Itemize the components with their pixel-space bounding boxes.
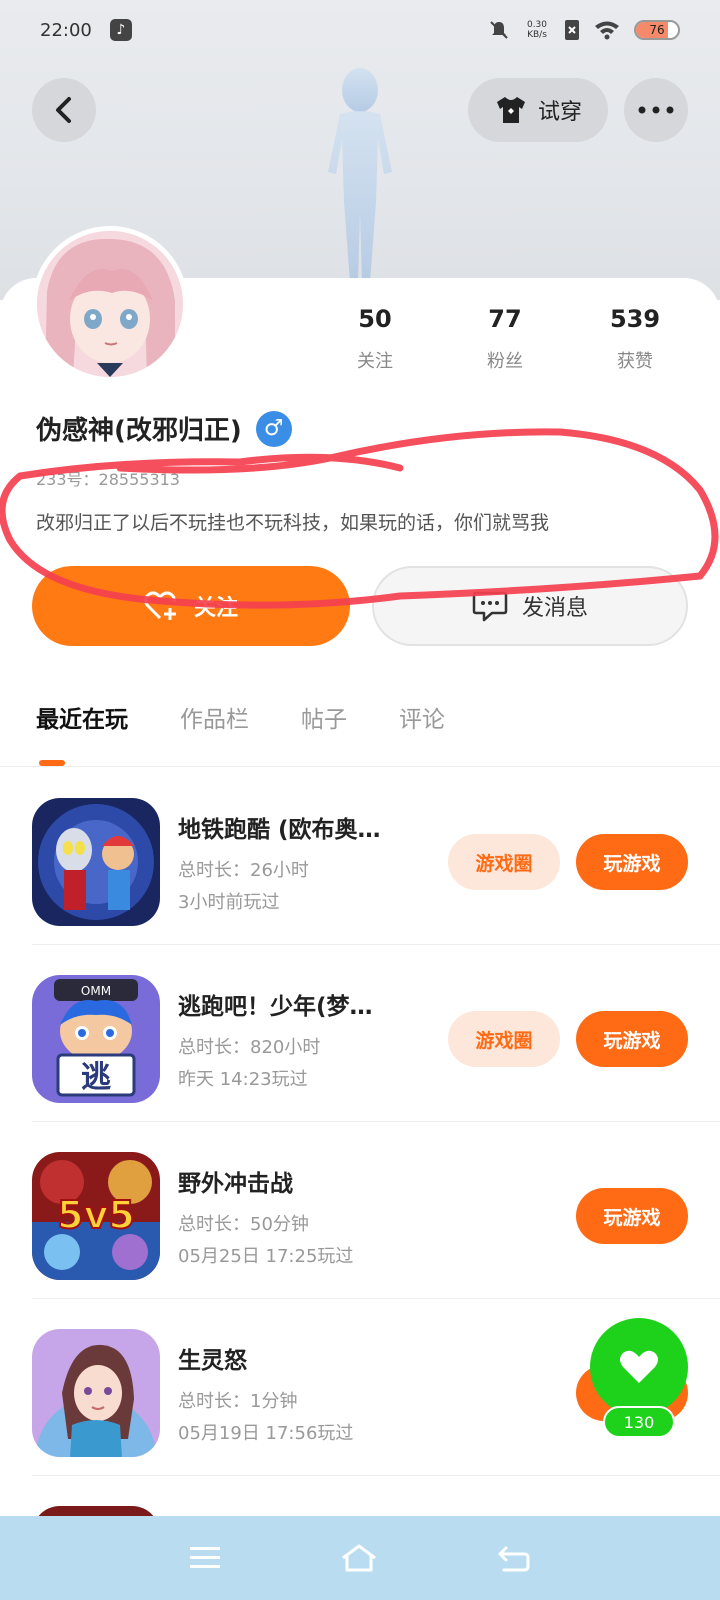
list-item[interactable]: 地铁跑酷 (欧布奥… 总时长：26小时 3小时前玩过 游戏圈 玩游戏 bbox=[0, 768, 720, 945]
svg-text:逃: 逃 bbox=[81, 1060, 111, 1095]
play-game-button[interactable]: 玩游戏 bbox=[576, 1188, 688, 1244]
tabs-divider bbox=[0, 766, 720, 767]
game-last-played: 05月25日 17:25玩过 bbox=[178, 1246, 354, 1267]
game-last-played: 昨天 14:23玩过 bbox=[178, 1069, 308, 1090]
send-message-label: 发消息 bbox=[521, 596, 588, 621]
profile-name: 伪感神(改邪归正) bbox=[36, 416, 242, 446]
game-circle-button[interactable]: 游戏圈 bbox=[448, 834, 560, 890]
anime-girl-avatar-image bbox=[37, 231, 183, 377]
svg-text:5v5: 5v5 bbox=[57, 1193, 135, 1237]
menu-icon[interactable] bbox=[188, 1544, 222, 1572]
game-title: 逃跑吧！少年(梦… bbox=[178, 994, 373, 1020]
game-icon-subway-surfers bbox=[32, 798, 160, 926]
game-duration: 总时长：50分钟 bbox=[178, 1214, 309, 1235]
heart-icon bbox=[620, 1350, 658, 1383]
system-nav-bar bbox=[0, 1516, 720, 1600]
profile-tabs: 最近在玩 作品栏 帖子 评论 bbox=[36, 700, 445, 734]
stat-likes-label: 获赞 bbox=[617, 351, 653, 372]
game-icon-run-boy: OMM 逃 bbox=[32, 975, 160, 1103]
stat-followers-label: 粉丝 bbox=[487, 351, 523, 372]
try-on-button[interactable]: 试穿 bbox=[468, 78, 608, 142]
game-duration: 总时长：1分钟 bbox=[178, 1391, 298, 1412]
play-game-button[interactable]: 玩游戏 bbox=[576, 1011, 688, 1067]
stat-following-value: 50 bbox=[358, 305, 392, 333]
floating-like-count: 130 bbox=[603, 1406, 675, 1438]
back-arrow-icon bbox=[56, 97, 71, 123]
play-game-button[interactable]: 玩游戏 bbox=[576, 834, 688, 890]
game-title: 生灵怒 bbox=[178, 1348, 247, 1374]
home-icon[interactable] bbox=[339, 1542, 379, 1574]
game-circle-button[interactable]: 游戏圈 bbox=[448, 1011, 560, 1067]
profile-name-row: 伪感神(改邪归正) ♂ bbox=[36, 410, 292, 447]
male-gender-icon: ♂ bbox=[255, 410, 292, 447]
more-button[interactable] bbox=[624, 78, 688, 142]
profile-uid[interactable]: 233号：28555313 bbox=[36, 466, 180, 490]
floating-like-button[interactable] bbox=[590, 1318, 688, 1416]
tab-comments[interactable]: 评论 bbox=[399, 700, 445, 734]
stat-followers[interactable]: 77 粉丝 bbox=[440, 305, 570, 373]
try-on-label: 试穿 bbox=[537, 100, 582, 125]
stat-likes-value: 539 bbox=[609, 305, 661, 333]
game-icon-5v5: 5v5 bbox=[32, 1152, 160, 1280]
game-icon-sheng-ling-nu bbox=[32, 1329, 160, 1457]
status-time: 22:00 bbox=[40, 19, 92, 41]
stat-following[interactable]: 50 关注 bbox=[310, 305, 440, 373]
profile-stats: 50 关注 77 粉丝 539 获赞 bbox=[310, 305, 700, 373]
list-item[interactable]: OMM 逃 逃跑吧！少年(梦… 总时长：820小时 昨天 14:23玩过 游戏圈 … bbox=[0, 945, 720, 1122]
battery-indicator: 76 bbox=[634, 20, 680, 40]
game-duration: 总时长：820小时 bbox=[178, 1037, 321, 1058]
heart-plus-icon bbox=[143, 591, 176, 620]
game-title: 野外冲击战 bbox=[178, 1171, 293, 1197]
stat-followers-value: 77 bbox=[488, 305, 522, 333]
tshirt-icon bbox=[496, 97, 525, 123]
chat-bubble-icon bbox=[472, 591, 508, 622]
tab-recently-played[interactable]: 最近在玩 bbox=[36, 700, 128, 734]
game-last-played: 3小时前玩过 bbox=[178, 892, 280, 913]
follow-label: 关注 bbox=[193, 596, 238, 621]
back-button[interactable] bbox=[32, 78, 96, 142]
game-title: 地铁跑酷 (欧布奥… bbox=[178, 817, 381, 843]
wifi-icon bbox=[595, 21, 619, 40]
tiktok-icon: ♪ bbox=[109, 19, 132, 41]
game-duration: 总时长：26小时 bbox=[178, 860, 309, 881]
game-last-played: 05月19日 17:56玩过 bbox=[178, 1423, 354, 1444]
net-speed: 0.30 KB/s bbox=[526, 20, 548, 40]
send-message-button[interactable]: 发消息 bbox=[372, 566, 688, 646]
tab-works[interactable]: 作品栏 bbox=[180, 700, 249, 734]
svg-text:OMM: OMM bbox=[81, 984, 111, 998]
mute-bell-icon bbox=[490, 21, 508, 39]
no-sim-icon bbox=[565, 20, 579, 40]
list-item[interactable]: 5v5 野外冲击战 总时长：50分钟 05月25日 17:25玩过 玩游戏 bbox=[0, 1122, 720, 1299]
back-icon[interactable] bbox=[496, 1542, 532, 1574]
more-dots-icon bbox=[638, 106, 674, 114]
follow-button[interactable]: 关注 bbox=[32, 566, 350, 646]
stat-likes[interactable]: 539 获赞 bbox=[570, 305, 700, 373]
stat-following-label: 关注 bbox=[357, 351, 393, 372]
profile-bio: 改邪归正了以后不玩挂也不玩科技，如果玩的话，你们就骂我 bbox=[36, 512, 550, 534]
status-bar: 22:00 ♪ 0.30 KB/s 76 bbox=[0, 0, 720, 60]
tab-posts[interactable]: 帖子 bbox=[301, 700, 347, 734]
hologram-avatar-figure bbox=[328, 68, 392, 282]
profile-avatar[interactable] bbox=[32, 226, 188, 382]
